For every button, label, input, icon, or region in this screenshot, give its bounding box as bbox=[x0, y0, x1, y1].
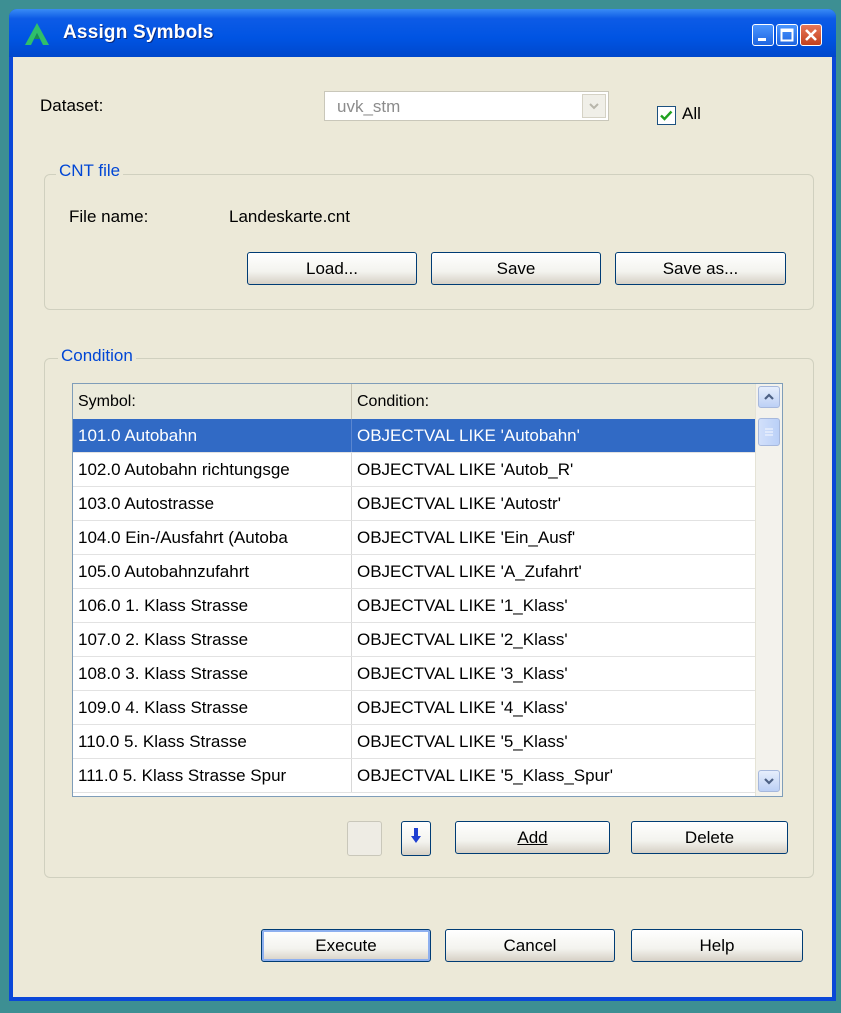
table-row[interactable]: 101.0 Autobahn OBJECTVAL LIKE 'Autobahn' bbox=[73, 419, 756, 453]
table-row[interactable]: 105.0 Autobahnzufahrt OBJECTVAL LIKE 'A_Z… bbox=[73, 555, 756, 589]
condition-cell: OBJECTVAL LIKE 'A_Zufahrt' bbox=[351, 555, 756, 588]
maximize-button[interactable] bbox=[776, 24, 798, 46]
close-icon bbox=[805, 29, 817, 41]
symbol-cell: 108.0 3. Klass Strasse bbox=[78, 664, 249, 683]
window-title: Assign Symbols bbox=[63, 22, 214, 43]
dataset-label: Dataset: bbox=[40, 96, 104, 115]
condition-cell: OBJECTVAL LIKE '5_Klass' bbox=[351, 725, 756, 758]
condition-group-label: Condition bbox=[58, 346, 136, 366]
all-checkbox[interactable] bbox=[657, 106, 676, 125]
list-header: Symbol: Condition: bbox=[73, 384, 756, 420]
scroll-down-button[interactable] bbox=[758, 770, 780, 792]
move-down-button[interactable] bbox=[401, 821, 431, 856]
symbol-cell: 107.0 2. Klass Strasse bbox=[78, 630, 249, 649]
condition-cell: OBJECTVAL LIKE 'Autostr' bbox=[351, 487, 756, 520]
cancel-button[interactable]: Cancel bbox=[445, 929, 615, 962]
check-icon bbox=[660, 110, 673, 121]
grip-icon bbox=[765, 428, 773, 436]
cnt-file-group bbox=[44, 174, 814, 310]
table-row[interactable]: 108.0 3. Klass Strasse OBJECTVAL LIKE '3_… bbox=[73, 657, 756, 691]
condition-cell: OBJECTVAL LIKE '2_Klass' bbox=[351, 623, 756, 656]
table-row[interactable]: 107.0 2. Klass Strasse OBJECTVAL LIKE '2_… bbox=[73, 623, 756, 657]
dataset-dropdown-button[interactable] bbox=[582, 94, 606, 118]
help-button[interactable]: Help bbox=[631, 929, 803, 962]
table-row[interactable]: 103.0 Autostrasse OBJECTVAL LIKE 'Autostr… bbox=[73, 487, 756, 521]
add-button[interactable]: Add bbox=[455, 821, 610, 854]
condition-cell: OBJECTVAL LIKE '5_Klass_Spur' bbox=[351, 759, 756, 792]
app-logo-icon bbox=[25, 23, 49, 45]
condition-cell: OBJECTVAL LIKE 'Autobahn' bbox=[351, 419, 756, 452]
minimize-button[interactable] bbox=[752, 24, 774, 46]
chevron-down-icon bbox=[589, 103, 599, 110]
cnt-file-group-label: CNT file bbox=[56, 161, 124, 181]
column-header-symbol[interactable]: Symbol: bbox=[73, 384, 351, 419]
table-row[interactable]: 111.0 5. Klass Strasse Spur OBJECTVAL LIK… bbox=[73, 759, 756, 793]
file-name-label: File name: bbox=[69, 207, 149, 226]
symbol-cell: 111.0 5. Klass Strasse Spur bbox=[78, 766, 287, 785]
symbol-cell: 106.0 1. Klass Strasse bbox=[78, 596, 249, 615]
assign-symbols-window: Assign Symbols Dataset: uvk_stm All CNT … bbox=[9, 9, 836, 1001]
dataset-combobox[interactable]: uvk_stm bbox=[324, 91, 609, 121]
dataset-value: uvk_stm bbox=[337, 97, 401, 116]
condition-cell: OBJECTVAL LIKE '3_Klass' bbox=[351, 657, 756, 690]
execute-button[interactable]: Execute bbox=[261, 929, 431, 962]
symbol-cell: 103.0 Autostrasse bbox=[78, 494, 215, 513]
table-row[interactable]: 106.0 1. Klass Strasse OBJECTVAL LIKE '1_… bbox=[73, 589, 756, 623]
symbol-cell: 105.0 Autobahnzufahrt bbox=[78, 562, 250, 581]
condition-cell: OBJECTVAL LIKE '1_Klass' bbox=[351, 589, 756, 622]
scroll-up-button[interactable] bbox=[758, 386, 780, 408]
title-bar[interactable]: Assign Symbols bbox=[9, 9, 836, 57]
minimize-icon bbox=[758, 38, 766, 41]
symbol-cell: 104.0 Ein-/Ausfahrt (Autoba bbox=[78, 528, 288, 547]
table-row[interactable]: 102.0 Autobahn richtungsge OBJECTVAL LIKE… bbox=[73, 453, 756, 487]
move-down-icon bbox=[411, 828, 421, 843]
condition-cell: OBJECTVAL LIKE 'Ein_Ausf' bbox=[351, 521, 756, 554]
condition-cell: OBJECTVAL LIKE 'Autob_R' bbox=[351, 453, 756, 486]
delete-button[interactable]: Delete bbox=[631, 821, 788, 854]
symbol-cell: 102.0 Autobahn richtungsge bbox=[78, 460, 290, 479]
table-row[interactable]: 110.0 5. Klass Strasse OBJECTVAL LIKE '5_… bbox=[73, 725, 756, 759]
add-button-label: Add bbox=[517, 828, 548, 847]
save-as-button[interactable]: Save as... bbox=[615, 252, 786, 285]
move-up-button[interactable] bbox=[347, 821, 382, 856]
dialog-body: Dataset: uvk_stm All CNT file File name:… bbox=[13, 57, 832, 997]
scroll-thumb[interactable] bbox=[758, 418, 780, 446]
close-button[interactable] bbox=[800, 24, 822, 46]
symbol-cell: 110.0 5. Klass Strasse bbox=[78, 732, 247, 751]
scroll-down-icon bbox=[764, 778, 774, 785]
table-row[interactable]: 104.0 Ein-/Ausfahrt (Autoba OBJECTVAL LIK… bbox=[73, 521, 756, 555]
all-label: All bbox=[682, 104, 701, 123]
symbol-condition-list[interactable]: Symbol: Condition: 101.0 Autobahn OBJECTV… bbox=[72, 383, 783, 797]
maximize-icon bbox=[780, 28, 794, 42]
save-button[interactable]: Save bbox=[431, 252, 601, 285]
condition-cell: OBJECTVAL LIKE '4_Klass' bbox=[351, 691, 756, 724]
move-up-icon bbox=[355, 823, 375, 843]
symbol-cell: 101.0 Autobahn bbox=[78, 426, 198, 445]
scroll-up-icon bbox=[764, 393, 774, 400]
list-scrollbar[interactable] bbox=[755, 384, 782, 796]
column-header-condition[interactable]: Condition: bbox=[351, 384, 756, 419]
symbol-cell: 109.0 4. Klass Strasse bbox=[78, 698, 249, 717]
table-row[interactable]: 109.0 4. Klass Strasse OBJECTVAL LIKE '4_… bbox=[73, 691, 756, 725]
file-name-value: Landeskarte.cnt bbox=[229, 207, 350, 226]
load-button[interactable]: Load... bbox=[247, 252, 417, 285]
